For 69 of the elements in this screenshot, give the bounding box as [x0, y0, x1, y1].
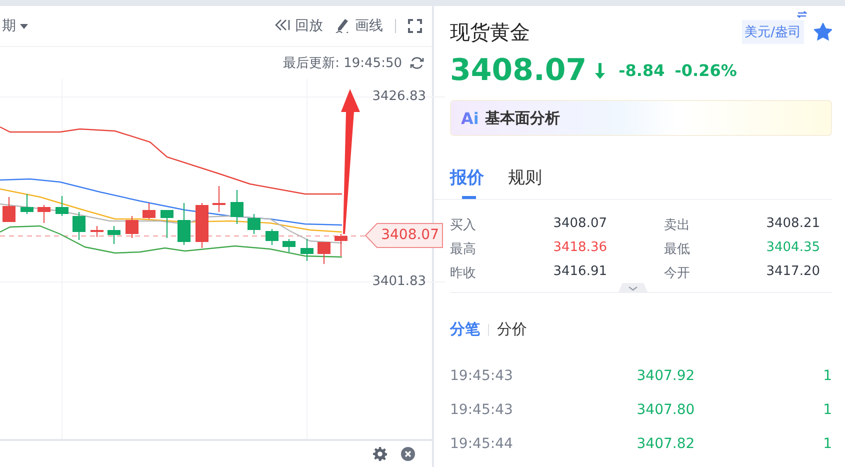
candle — [196, 202, 208, 248]
period-label[interactable]: 期 — [2, 17, 16, 35]
candle — [2, 196, 16, 222]
quote-label: 昨收 — [450, 265, 477, 282]
candle — [318, 242, 330, 264]
current-price: 3408.07 — [450, 53, 587, 88]
candle — [56, 196, 68, 216]
swap-icon — [797, 11, 807, 18]
candle — [178, 202, 190, 246]
tab[interactable]: 报价 — [450, 166, 484, 199]
candle — [212, 186, 226, 212]
chevron-down-icon — [628, 286, 638, 290]
trade-price: 3407.80 — [636, 402, 696, 418]
tab[interactable]: 分笔 — [450, 320, 480, 339]
trade-volume: 1 — [822, 436, 832, 452]
price-tag: 3408.07 — [365, 223, 443, 248]
instrument-name: 现货黄金 — [450, 18, 530, 46]
refresh-icon[interactable] — [410, 56, 424, 70]
candle — [334, 234, 348, 256]
expand-button[interactable] — [618, 283, 648, 293]
candle — [38, 204, 50, 224]
trade-price: 3407.82 — [636, 436, 696, 452]
last-update-time: 最后更新: 19:45:50 — [283, 55, 402, 72]
trade-time: 19:45:43 — [450, 368, 514, 384]
candle — [72, 212, 86, 240]
candle — [230, 190, 244, 224]
quote-label: 最低 — [663, 241, 691, 258]
quote-label: 卖出 — [663, 217, 691, 234]
trade-time: 19:45:43 — [450, 402, 514, 418]
candle — [248, 214, 260, 234]
quote-value: 3417.20 — [765, 264, 820, 281]
quote-value: 3416.91 — [552, 264, 607, 281]
ai-analysis-label: 基本面分析 — [484, 108, 560, 128]
tab[interactable]: 分价 — [497, 320, 527, 339]
quote-value: 3408.07 — [552, 216, 607, 233]
tab[interactable]: 规则 — [508, 166, 542, 199]
candle — [300, 238, 314, 262]
rewind-icon — [275, 19, 290, 33]
fullscreen-icon[interactable] — [408, 19, 422, 33]
candle — [282, 238, 296, 252]
price-axis-label: 3426.83 — [372, 89, 426, 104]
pen-icon — [335, 19, 350, 33]
settings-icon[interactable] — [373, 447, 387, 461]
quote-value: 3418.36 — [552, 240, 607, 257]
caret-icon[interactable] — [20, 24, 28, 28]
candle — [20, 194, 34, 214]
price-change: -8.84 — [618, 61, 665, 80]
quote-value: 3404.35 — [765, 240, 820, 257]
price-axis-label: 3401.83 — [372, 274, 426, 289]
candle — [90, 226, 104, 238]
quote-label: 买入 — [450, 217, 477, 234]
replay-button[interactable]: 回放 — [275, 17, 323, 35]
trade-price: 3407.92 — [636, 368, 696, 384]
candle — [126, 216, 138, 238]
ai-analysis-button[interactable]: Ai 基本面分析 — [450, 100, 832, 136]
candle — [108, 226, 120, 244]
trade-volume: 1 — [822, 368, 832, 384]
quote-value: 3408.21 — [765, 216, 820, 233]
percent-change: -0.26% — [674, 61, 737, 80]
trade-volume: 1 — [822, 402, 832, 418]
trade-time: 19:45:44 — [450, 436, 514, 452]
draw-button[interactable]: 画线 — [335, 17, 383, 35]
quote-label: 今开 — [663, 265, 691, 282]
candle — [160, 210, 174, 238]
candle — [266, 228, 278, 246]
candle — [142, 202, 156, 220]
close-icon[interactable] — [401, 447, 415, 461]
quote-label: 最高 — [450, 241, 477, 258]
star-icon[interactable] — [814, 23, 832, 41]
